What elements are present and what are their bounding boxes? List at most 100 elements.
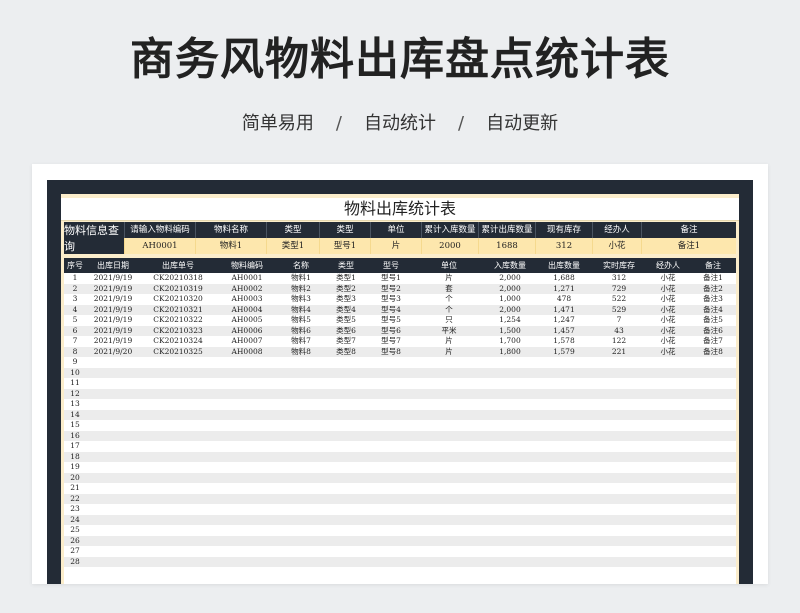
- table-cell[interactable]: [690, 472, 736, 483]
- table-cell[interactable]: [414, 399, 484, 410]
- table-cell[interactable]: 备注6: [690, 325, 736, 336]
- table-cell[interactable]: [324, 399, 368, 410]
- table-cell[interactable]: 12: [64, 388, 86, 399]
- table-cell[interactable]: [690, 514, 736, 525]
- table-cell[interactable]: 2021/9/19: [86, 325, 140, 336]
- table-cell[interactable]: 个: [414, 304, 484, 315]
- table-cell[interactable]: [216, 525, 278, 536]
- table-cell[interactable]: 6: [64, 325, 86, 336]
- table-cell[interactable]: 22: [64, 493, 86, 504]
- table-cell[interactable]: 1,500: [484, 325, 536, 336]
- table-cell[interactable]: [216, 430, 278, 441]
- table-cell[interactable]: [690, 546, 736, 557]
- table-cell[interactable]: [484, 525, 536, 536]
- table-cell[interactable]: 2021/9/19: [86, 336, 140, 347]
- table-cell[interactable]: AH0006: [216, 325, 278, 336]
- table-cell[interactable]: 物料7: [278, 336, 324, 347]
- table-cell[interactable]: [278, 493, 324, 504]
- table-cell[interactable]: [414, 483, 484, 494]
- table-cell[interactable]: [368, 388, 414, 399]
- table-cell[interactable]: [646, 546, 690, 557]
- table-cell[interactable]: 26: [64, 535, 86, 546]
- table-cell[interactable]: [368, 525, 414, 536]
- table-cell[interactable]: 小花: [646, 315, 690, 326]
- table-cell[interactable]: [324, 514, 368, 525]
- table-cell[interactable]: [140, 388, 216, 399]
- table-cell[interactable]: 类型7: [324, 336, 368, 347]
- table-cell[interactable]: [86, 462, 140, 473]
- table-cell[interactable]: [216, 388, 278, 399]
- table-cell[interactable]: [592, 388, 646, 399]
- table-cell[interactable]: 1,457: [536, 325, 592, 336]
- table-cell[interactable]: AH0003: [216, 294, 278, 305]
- table-cell[interactable]: [536, 399, 592, 410]
- table-cell[interactable]: [690, 399, 736, 410]
- table-cell[interactable]: 529: [592, 304, 646, 315]
- table-cell[interactable]: [140, 441, 216, 452]
- table-cell[interactable]: 片: [414, 336, 484, 347]
- table-cell[interactable]: [592, 367, 646, 378]
- table-cell[interactable]: [216, 378, 278, 389]
- table-cell[interactable]: [484, 493, 536, 504]
- table-cell[interactable]: [690, 441, 736, 452]
- table-cell[interactable]: 13: [64, 399, 86, 410]
- table-cell[interactable]: [592, 493, 646, 504]
- table-cell[interactable]: [414, 441, 484, 452]
- table-cell[interactable]: [140, 409, 216, 420]
- table-cell[interactable]: [536, 556, 592, 567]
- table-cell[interactable]: [536, 504, 592, 515]
- table-cell[interactable]: AH0002: [216, 283, 278, 294]
- table-cell[interactable]: 备注3: [690, 294, 736, 305]
- table-cell[interactable]: [216, 535, 278, 546]
- table-cell[interactable]: 小花: [646, 294, 690, 305]
- table-cell[interactable]: [324, 472, 368, 483]
- table-cell[interactable]: [216, 451, 278, 462]
- table-cell[interactable]: [484, 367, 536, 378]
- table-cell[interactable]: 类型8: [324, 346, 368, 357]
- table-cell[interactable]: [278, 378, 324, 389]
- table-cell[interactable]: 型号8: [368, 346, 414, 357]
- table-cell[interactable]: [86, 514, 140, 525]
- table-cell[interactable]: 片: [414, 273, 484, 284]
- table-cell[interactable]: 23: [64, 504, 86, 515]
- table-cell[interactable]: [278, 472, 324, 483]
- table-cell[interactable]: 43: [592, 325, 646, 336]
- table-cell[interactable]: 备注7: [690, 336, 736, 347]
- table-cell[interactable]: [86, 504, 140, 515]
- table-cell[interactable]: [484, 535, 536, 546]
- table-cell[interactable]: [324, 556, 368, 567]
- table-cell[interactable]: [592, 357, 646, 368]
- table-cell[interactable]: [140, 367, 216, 378]
- table-cell[interactable]: 小花: [646, 273, 690, 284]
- table-cell[interactable]: 1,700: [484, 336, 536, 347]
- table-cell[interactable]: [536, 451, 592, 462]
- table-cell[interactable]: [690, 378, 736, 389]
- table-cell[interactable]: [592, 378, 646, 389]
- table-cell[interactable]: 型号6: [368, 325, 414, 336]
- table-cell[interactable]: 5: [64, 315, 86, 326]
- table-cell[interactable]: [278, 430, 324, 441]
- table-cell[interactable]: 套: [414, 283, 484, 294]
- table-cell[interactable]: 物料5: [278, 315, 324, 326]
- table-cell[interactable]: [536, 367, 592, 378]
- table-cell[interactable]: [646, 378, 690, 389]
- table-cell[interactable]: [536, 483, 592, 494]
- table-cell[interactable]: [278, 441, 324, 452]
- table-cell[interactable]: 2021/9/20: [86, 346, 140, 357]
- table-cell[interactable]: 物料8: [278, 346, 324, 357]
- table-cell[interactable]: 1,688: [536, 273, 592, 284]
- table-cell[interactable]: [278, 504, 324, 515]
- table-cell[interactable]: [324, 493, 368, 504]
- table-cell[interactable]: AH0008: [216, 346, 278, 357]
- table-cell[interactable]: 1: [64, 273, 86, 284]
- table-cell[interactable]: [368, 556, 414, 567]
- table-cell[interactable]: [278, 357, 324, 368]
- table-cell[interactable]: AH0007: [216, 336, 278, 347]
- table-cell[interactable]: [278, 367, 324, 378]
- table-cell[interactable]: [414, 493, 484, 504]
- table-cell[interactable]: 27: [64, 546, 86, 557]
- table-cell[interactable]: [368, 357, 414, 368]
- table-cell[interactable]: 2021/9/19: [86, 315, 140, 326]
- table-cell[interactable]: [536, 430, 592, 441]
- table-cell[interactable]: [368, 409, 414, 420]
